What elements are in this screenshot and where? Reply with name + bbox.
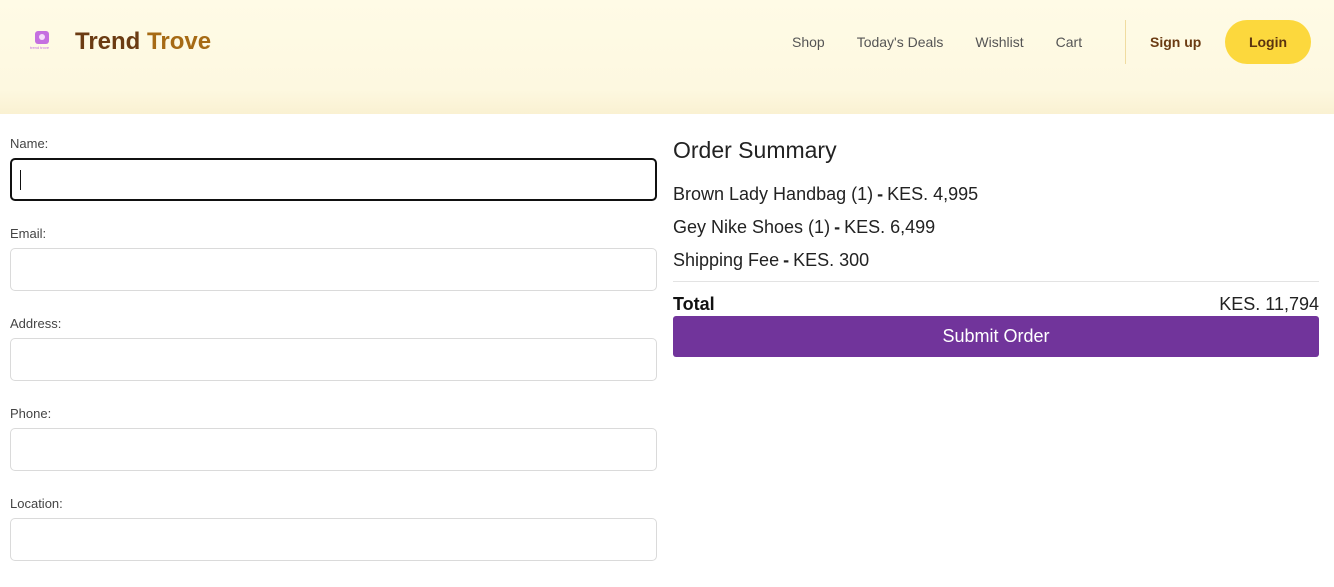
brand-name-part1: Trend [75,28,141,55]
signup-link[interactable]: Sign up [1150,34,1201,50]
submit-order-button[interactable]: Submit Order [673,316,1319,357]
trend-trove-logo-icon: trend trove [30,30,56,52]
phone-input[interactable] [10,428,657,471]
order-item-separator: - [783,250,790,270]
order-item: Gey Nike Shoes (1) - KES. 6,499 [673,216,1319,249]
order-item-name: Brown Lady Handbag (1) [673,184,874,204]
nav-divider [1125,20,1126,64]
order-summary: Order Summary Brown Lady Handbag (1) - KES… [673,137,1319,357]
total-row: Total KES. 11,794 [673,294,1319,314]
email-label: Email: [10,226,47,241]
order-item-name: Gey Nike Shoes (1) [673,217,831,237]
brand-name-part2: Trove [147,28,212,55]
brand-name[interactable]: Trend Trove [75,28,211,56]
shipping-fee-line: Shipping Fee - KES. 300 [673,249,1319,282]
summary-divider [673,281,1319,282]
nav-link-cart[interactable]: Cart [1056,34,1082,50]
order-item-price: KES. 300 [793,250,870,270]
location-input[interactable] [10,518,657,561]
order-item-price: KES. 6,499 [844,217,936,237]
order-item-name: Shipping Fee [673,250,780,270]
total-value: KES. 11,794 [1219,294,1319,314]
name-input[interactable] [10,158,657,201]
total-label: Total [673,294,715,314]
nav-link-todays-deals[interactable]: Today's Deals [857,34,944,50]
location-label: Location: [10,496,63,511]
address-input[interactable] [10,338,657,381]
main-nav: Shop Today's Deals Wishlist Cart [792,34,1114,50]
phone-label: Phone: [10,406,52,421]
name-label: Name: [10,136,49,151]
address-label: Address: [10,316,62,331]
nav-link-wishlist[interactable]: Wishlist [975,34,1023,50]
email-input[interactable] [10,248,657,291]
order-item-separator: - [877,184,884,204]
login-button[interactable]: Login [1225,20,1311,64]
checkout-form: Name: Email: Address: Phone: Location: [10,137,657,587]
order-item-price: KES. 4,995 [887,184,979,204]
order-item: Brown Lady Handbag (1) - KES. 4,995 [673,183,1319,216]
logo[interactable]: trend trove [30,30,56,52]
site-header: trend trove Trend Trove Shop Today's Dea… [0,0,1334,114]
nav-link-shop[interactable]: Shop [792,34,825,50]
text-caret [20,170,21,190]
order-summary-title: Order Summary [673,137,837,163]
order-item-separator: - [834,217,841,237]
